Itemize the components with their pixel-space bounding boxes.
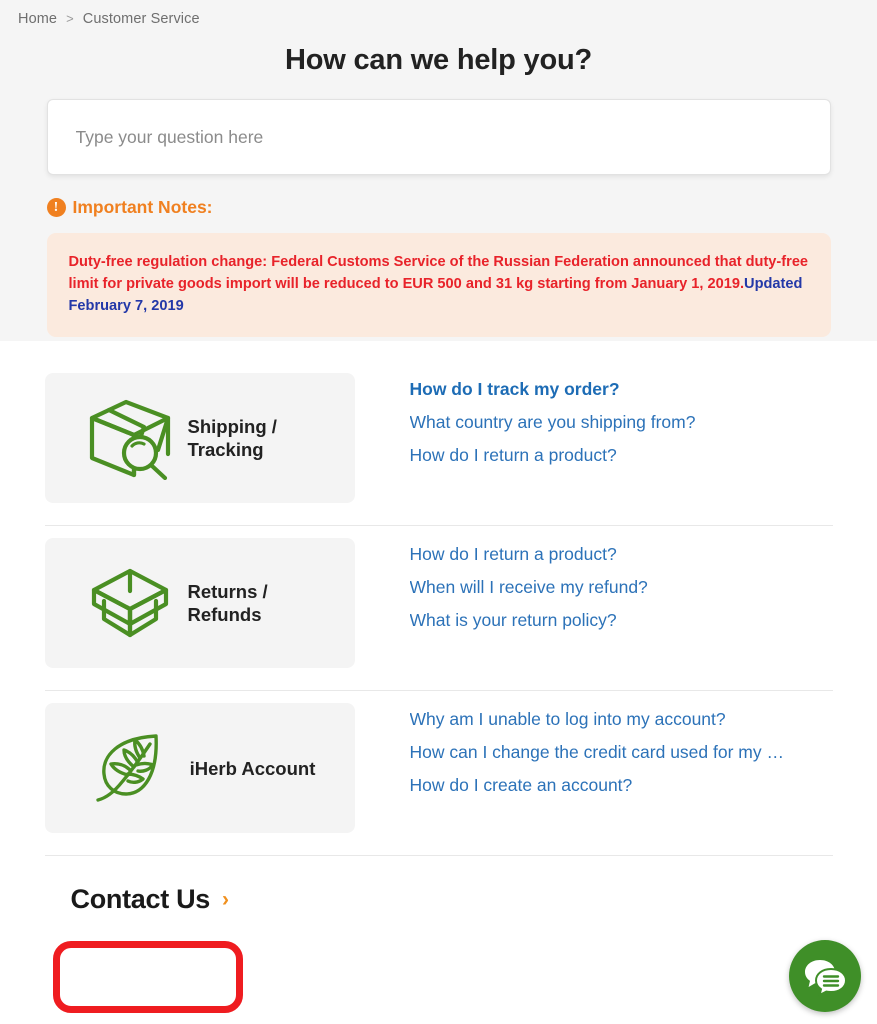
topic-label: Returns / Refunds bbox=[187, 581, 268, 625]
topic-link[interactable]: How do I return a product? bbox=[410, 445, 792, 466]
topic-row: Returns / Refunds How do I return a prod… bbox=[44, 526, 833, 668]
topic-link[interactable]: How do I track my order? bbox=[410, 379, 792, 400]
topic-link[interactable]: Why am I unable to log into my account? bbox=[410, 709, 792, 730]
page-title: How can we help you? bbox=[285, 44, 592, 76]
topic-card-iherb-account[interactable]: iHerb Account bbox=[44, 703, 355, 833]
breadcrumb: Home > Customer Service bbox=[0, 0, 877, 30]
topic-label: Shipping / Tracking bbox=[187, 416, 277, 460]
topic-card-returns-refunds[interactable]: Returns / Refunds bbox=[44, 538, 355, 668]
contact-us-label: Contact Us bbox=[70, 884, 211, 914]
open-box-icon bbox=[82, 557, 178, 650]
chevron-right-icon: › bbox=[222, 888, 230, 911]
contact-zone: Contact Us › bbox=[45, 856, 833, 946]
package-search-icon bbox=[82, 392, 178, 485]
topic-row: iHerb Account Why am I unable to log int… bbox=[44, 691, 833, 833]
topic-label: iHerb Account bbox=[189, 757, 316, 779]
contact-us-button[interactable]: Contact Us › bbox=[61, 878, 240, 921]
topic-links-returns-refunds: How do I return a product? When will I r… bbox=[355, 526, 833, 631]
leaf-icon bbox=[84, 722, 180, 815]
topic-link[interactable]: How can I change the credit card used fo… bbox=[410, 742, 792, 763]
chat-bubbles-icon bbox=[805, 960, 847, 996]
important-notes-title: Important Notes: bbox=[72, 197, 213, 217]
topics-section: Shipping / Tracking How do I track my or… bbox=[0, 341, 877, 946]
hero-section: Home > Customer Service How can we help … bbox=[0, 0, 877, 341]
search-container bbox=[46, 99, 831, 175]
topic-link[interactable]: What is your return policy? bbox=[410, 610, 792, 631]
topic-link[interactable]: How do I create an account? bbox=[410, 775, 792, 796]
breadcrumb-current: Customer Service bbox=[82, 10, 200, 27]
topic-links-iherb-account: Why am I unable to log into my account? … bbox=[355, 691, 833, 796]
highlight-annotation bbox=[53, 941, 243, 1013]
important-notes-box: Duty-free regulation change: Federal Cus… bbox=[46, 233, 831, 337]
important-notes-header: ! Important Notes: bbox=[46, 197, 831, 218]
warning-exclamation-icon: ! bbox=[46, 198, 66, 217]
topic-links-shipping-tracking: How do I track my order? What country ar… bbox=[355, 361, 833, 466]
topic-link[interactable]: When will I receive my refund? bbox=[410, 577, 792, 598]
topic-link[interactable]: How do I return a product? bbox=[410, 544, 792, 565]
notice-paragraph: Duty-free regulation change: Federal Cus… bbox=[69, 251, 809, 317]
search-input[interactable] bbox=[46, 99, 831, 175]
chat-widget-button[interactable] bbox=[789, 940, 861, 1012]
topic-row: Shipping / Tracking How do I track my or… bbox=[44, 361, 833, 503]
topic-card-shipping-tracking[interactable]: Shipping / Tracking bbox=[44, 373, 355, 503]
breadcrumb-separator-icon: > bbox=[66, 11, 74, 26]
topic-link[interactable]: What country are you shipping from? bbox=[410, 412, 792, 433]
breadcrumb-home-link[interactable]: Home bbox=[18, 11, 57, 27]
notice-body-text: Duty-free regulation change: Federal Cus… bbox=[68, 254, 809, 292]
